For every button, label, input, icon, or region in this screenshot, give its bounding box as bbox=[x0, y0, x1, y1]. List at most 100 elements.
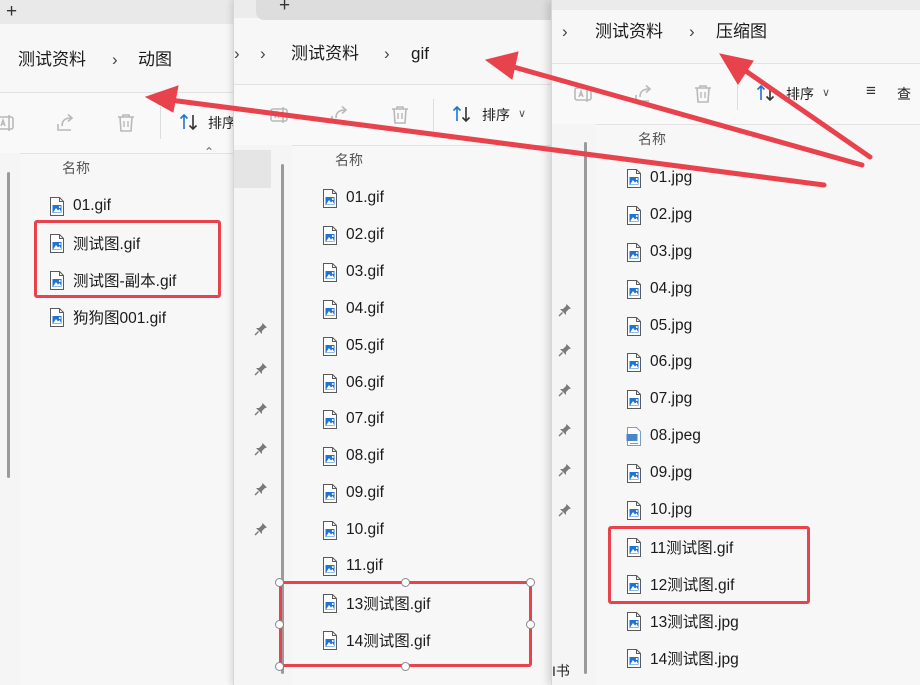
image-file-icon bbox=[322, 337, 338, 356]
breadcrumb-item[interactable]: 测试资料 bbox=[595, 10, 663, 54]
file-name: 04.gif bbox=[346, 300, 384, 317]
file-row[interactable]: 09.jpg bbox=[626, 460, 692, 486]
delete-icon[interactable] bbox=[388, 103, 412, 127]
image-file-icon bbox=[322, 521, 338, 540]
pin-icon bbox=[254, 522, 268, 536]
breadcrumb-item[interactable]: gif bbox=[411, 32, 429, 76]
address-bar[interactable]: › › 测试资料 › gif bbox=[234, 32, 551, 76]
share-icon[interactable] bbox=[328, 103, 352, 127]
file-row[interactable]: 10.jpg bbox=[626, 497, 692, 523]
breadcrumb-item[interactable]: 测试资料 bbox=[291, 32, 359, 76]
toolbar-divider bbox=[737, 78, 738, 110]
sort-ascending-icon: ⌃ bbox=[204, 145, 215, 159]
nav-scrollbar[interactable] bbox=[7, 172, 10, 478]
file-row[interactable]: 14测试图.jpg bbox=[626, 645, 739, 671]
image-file-icon bbox=[322, 374, 338, 393]
delete-icon[interactable] bbox=[691, 82, 715, 106]
file-row[interactable]: 04.gif bbox=[322, 296, 384, 322]
nav-selected-item[interactable] bbox=[234, 150, 271, 188]
file-row[interactable]: 01.gif bbox=[322, 185, 384, 211]
share-icon[interactable] bbox=[54, 111, 78, 135]
column-header-name[interactable]: 名称 bbox=[335, 150, 363, 170]
file-row[interactable]: 06.gif bbox=[322, 370, 384, 396]
plus-icon[interactable]: + bbox=[279, 0, 290, 16]
resize-handle[interactable] bbox=[275, 578, 284, 587]
resize-handle[interactable] bbox=[275, 620, 284, 629]
resize-handle[interactable] bbox=[526, 620, 535, 629]
file-row[interactable]: 11.gif bbox=[322, 553, 383, 579]
file-row[interactable]: 狗狗图001.gif bbox=[49, 304, 166, 330]
image-file-icon bbox=[626, 353, 642, 372]
file-row[interactable]: 01.gif bbox=[49, 193, 111, 219]
sort-icon[interactable] bbox=[755, 82, 777, 104]
resize-handle[interactable] bbox=[526, 578, 535, 587]
column-header-name[interactable]: 名称 bbox=[62, 158, 90, 178]
file-row[interactable]: 09.gif bbox=[322, 480, 384, 506]
file-row[interactable]: 10.gif bbox=[322, 517, 384, 543]
rename-icon[interactable] bbox=[572, 82, 596, 106]
file-row[interactable]: 05.gif bbox=[322, 333, 384, 359]
file-name: 08.jpeg bbox=[650, 427, 701, 444]
delete-icon[interactable] bbox=[114, 111, 138, 135]
explorer-window-gif: + › › 测试资料 › gif 排序 ∨ 名称 01.gif 02.gif 0… bbox=[233, 0, 551, 685]
sort-button-label[interactable]: 排序 bbox=[786, 84, 814, 104]
highlight-box bbox=[608, 526, 810, 604]
rename-icon[interactable] bbox=[268, 103, 292, 127]
file-row[interactable]: 05.jpg bbox=[626, 313, 692, 339]
chevron-right-icon: › bbox=[689, 22, 695, 41]
view-icon[interactable]: ≡ bbox=[866, 81, 876, 101]
resize-handle[interactable] bbox=[401, 662, 410, 671]
pin-icon bbox=[254, 402, 268, 416]
image-file-icon bbox=[626, 280, 642, 299]
image-file-icon bbox=[322, 484, 338, 503]
breadcrumb-item[interactable]: 动图 bbox=[138, 38, 172, 82]
resize-handle[interactable] bbox=[275, 662, 284, 671]
file-row[interactable]: 03.jpg bbox=[626, 239, 692, 265]
image-file-icon bbox=[322, 226, 338, 245]
resize-handle[interactable] bbox=[401, 578, 410, 587]
image-file-icon bbox=[626, 501, 642, 520]
file-row[interactable]: 06.jpg bbox=[626, 349, 692, 375]
view-button-label[interactable]: 查 bbox=[897, 84, 911, 104]
file-name: 狗狗图001.gif bbox=[73, 310, 167, 327]
breadcrumb-item[interactable]: 压缩图 bbox=[716, 10, 767, 54]
address-bar[interactable]: 测试资料 › 动图 bbox=[0, 38, 233, 82]
file-row[interactable]: 07.gif bbox=[322, 406, 384, 432]
sort-button-label[interactable]: 排序 bbox=[482, 105, 510, 125]
file-name: 06.jpg bbox=[650, 353, 693, 370]
nav-scrollbar[interactable] bbox=[584, 142, 587, 674]
plus-icon[interactable]: + bbox=[6, 2, 17, 22]
file-row[interactable]: 13测试图.jpg bbox=[626, 608, 739, 634]
pin-icon bbox=[558, 343, 572, 357]
image-file-icon bbox=[626, 464, 642, 483]
sort-icon[interactable] bbox=[178, 111, 200, 133]
file-row[interactable]: 02.jpg bbox=[626, 202, 692, 228]
share-icon[interactable] bbox=[632, 82, 656, 106]
file-row[interactable]: 08.gif bbox=[322, 443, 384, 469]
column-header-name[interactable]: 名称 bbox=[638, 129, 666, 149]
sort-icon[interactable] bbox=[451, 103, 473, 125]
file-name: 10.gif bbox=[346, 521, 384, 538]
image-file-icon bbox=[626, 317, 642, 336]
navigation-pane bbox=[552, 124, 596, 685]
image-file-icon bbox=[49, 197, 65, 216]
rename-icon[interactable] bbox=[0, 111, 18, 135]
nav-item-partial[interactable]: I书 bbox=[552, 661, 570, 681]
breadcrumb-item[interactable]: 测试资料 bbox=[18, 38, 86, 82]
address-bar[interactable]: › 测试资料 › 压缩图 bbox=[552, 10, 920, 54]
sort-button-label[interactable]: 排序 bbox=[208, 113, 233, 133]
file-row[interactable]: 07.jpg bbox=[626, 386, 692, 412]
file-row[interactable]: 03.gif bbox=[322, 259, 384, 285]
chevron-down-icon[interactable]: ∨ bbox=[518, 107, 526, 120]
file-name: 01.gif bbox=[73, 197, 111, 214]
file-name: 01.jpg bbox=[650, 169, 693, 186]
command-bar: 排序 ∨ bbox=[234, 84, 551, 146]
chevron-down-icon[interactable]: ∨ bbox=[822, 86, 830, 99]
file-row[interactable]: 04.jpg bbox=[626, 276, 692, 302]
file-name: 06.gif bbox=[346, 374, 384, 391]
file-row[interactable]: 01.jpg bbox=[626, 165, 692, 191]
pin-icon bbox=[558, 303, 572, 317]
file-row[interactable]: 02.gif bbox=[322, 222, 384, 248]
tab[interactable] bbox=[256, 0, 551, 20]
file-row[interactable]: 08.jpeg bbox=[626, 423, 701, 449]
